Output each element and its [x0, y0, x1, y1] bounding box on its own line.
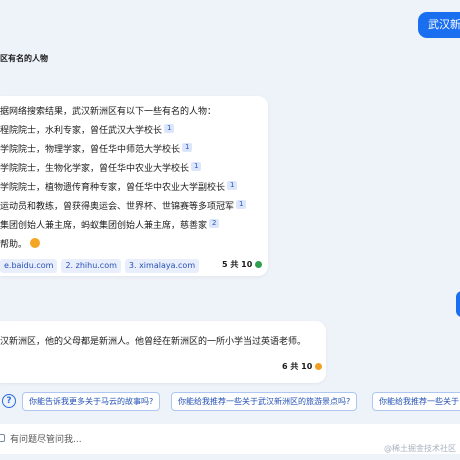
answer-item: 学院院士，物理学家，曾任华中师范大学校长 1 — [0, 142, 193, 155]
response-counter: 6 共 10 — [282, 361, 323, 372]
user-message-bubble: 武汉新洲 — [418, 12, 460, 38]
side-panel-toggle[interactable] — [456, 291, 460, 317]
citation-link[interactable]: 2 — [209, 219, 220, 228]
new-topic-icon[interactable] — [0, 434, 5, 442]
second-answer-card: 汉新洲区，他的父母都是新洲人。他曾经在新洲区的一所小学当过英语老师。 6 共 1… — [0, 321, 326, 383]
source-links: e.baidu.com 2. zhihu.com 3. ximalaya.com — [0, 259, 200, 273]
user-message-text: 武汉新洲 — [428, 18, 460, 31]
status-dot-icon — [315, 363, 323, 370]
citation-link[interactable]: 1 — [164, 124, 175, 133]
chat-window: 武汉新洲 区有名的人物 据网络搜索结果，武汉新洲区有以下一些有名的人物： 程院院… — [0, 0, 460, 460]
answer-item: 学院院士，生物化学家，曾任华中农业大学校长 1 — [0, 161, 202, 174]
citation-link[interactable]: 1 — [236, 200, 247, 209]
suggestion-button[interactable]: 你能给我推荐一些关于 — [372, 392, 460, 411]
source-link[interactable]: 3. ximalaya.com — [124, 259, 200, 273]
chat-input[interactable]: 有问题尽管问我... — [10, 432, 82, 445]
second-answer-text: 汉新洲区，他的父母都是新洲人。他曾经在新洲区的一所小学当过英语老师。 — [0, 337, 307, 347]
help-icon[interactable]: ? — [2, 394, 16, 408]
search-query-label: 区有名的人物 — [0, 54, 48, 63]
response-counter: 5 共 10 — [222, 259, 263, 270]
answer-item: 学院院士，植物遗传育种专家，曾任华中农业大学副校长 1 — [0, 180, 238, 193]
citation-link[interactable]: 1 — [182, 143, 193, 152]
answer-card: 据网络搜索结果，武汉新洲区有以下一些有名的人物： 程院院士，水利专家，曾任武汉大… — [0, 96, 268, 276]
answer-item: 集团创始人兼主席，蚂蚁集团创始人兼主席，慈善家 2 — [0, 218, 220, 231]
source-link[interactable]: 2. zhihu.com — [61, 259, 121, 273]
answer-item: 运动员和教练，曾获得奥运会、世界杯、世锦赛等多项冠军 1 — [0, 199, 247, 212]
source-link[interactable]: e.baidu.com — [0, 259, 58, 273]
citation-link[interactable]: 1 — [227, 181, 238, 190]
answer-closing: 帮助。 — [0, 237, 41, 250]
answer-intro: 据网络搜索结果，武汉新洲区有以下一些有名的人物： — [0, 107, 217, 117]
citation-link[interactable]: 1 — [191, 162, 202, 171]
suggestion-button[interactable]: 你能给我推荐一些关于武汉新洲区的旅游景点吗? — [171, 392, 358, 411]
status-dot-icon — [255, 261, 263, 268]
watermark: @稀土掘金技术社区 — [384, 444, 456, 453]
smile-emoji-icon — [30, 238, 41, 248]
answer-item: 程院院士，水利专家，曾任武汉大学校长 1 — [0, 123, 175, 136]
suggestion-button[interactable]: 你能告诉我更多关于马云的故事吗? — [22, 392, 161, 411]
